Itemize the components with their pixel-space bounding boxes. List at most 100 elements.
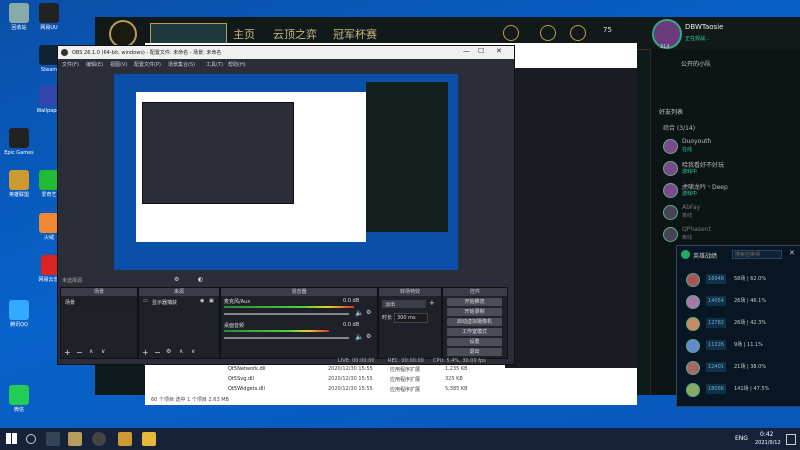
desktop-meter (224, 330, 329, 332)
tray-date[interactable]: 2021/9/12 (755, 440, 781, 446)
settings-button[interactable]: 设置 (447, 338, 502, 346)
taskbar-steam-icon[interactable] (46, 432, 60, 446)
friends-group[interactable]: 综合 (3/14) (663, 123, 695, 132)
desktop-icon-epic[interactable]: Epic Games (2, 128, 36, 156)
menu-edit[interactable]: 编辑(E) (86, 61, 103, 68)
desktop-volume-slider[interactable] (224, 337, 349, 339)
team-label[interactable]: 公开的小队 (681, 59, 711, 68)
close-icon[interactable]: ✕ (789, 249, 795, 257)
status-live: LIVE: 00:00:00 (338, 358, 375, 364)
hero-row[interactable]: 14054 26场 | 46.1% (682, 293, 796, 310)
mic-volume-slider[interactable] (224, 313, 349, 315)
duration-input[interactable]: 300 ms (394, 313, 428, 323)
source-item[interactable]: ▭ 显示器捕获 ◉ ▣ (140, 298, 216, 306)
hero-row[interactable]: 16946 58场 | 62.0% (682, 271, 796, 288)
source-up-icon[interactable]: ∧ (179, 348, 183, 355)
exit-button[interactable]: 退出 (447, 348, 502, 356)
start-streaming-button[interactable]: 开始推流 (447, 298, 502, 306)
close-icon[interactable]: ✕ (496, 47, 502, 55)
desktop-icon-recycle[interactable]: 回收站 (2, 3, 36, 31)
scenes-dock: 场景 场景 + − ∧ ∨ (60, 287, 138, 359)
mic-speaker-icon[interactable]: 🔈 (355, 309, 364, 317)
wallpaper-icon (39, 86, 59, 106)
preview-nested-client (366, 82, 448, 232)
recycle-bin-icon (9, 3, 29, 23)
visibility-eye-icon[interactable]: ◉ (200, 298, 204, 304)
lock-icon[interactable]: ▣ (209, 298, 214, 304)
steam-icon (39, 45, 59, 65)
summoner-search-input[interactable] (732, 250, 782, 259)
desktop-icon-wechat[interactable]: 微信 (2, 385, 36, 413)
remove-source-icon[interactable]: − (154, 348, 161, 357)
desktop-gear-icon[interactable]: ⚙ (366, 333, 371, 340)
taskbar-obs-icon[interactable] (92, 432, 106, 446)
maximize-icon[interactable]: ☐ (478, 47, 484, 55)
source-down-icon[interactable]: ∨ (191, 348, 195, 355)
taskbar-search-icon[interactable] (26, 434, 36, 444)
friend-item[interactable]: 哈我看好不好玩 游戏中 (663, 159, 798, 177)
obs-title-bar[interactable]: OBS 26.1.0 (64-bit, windows) - 配置文件: 未命名… (58, 46, 514, 59)
iqiyi-icon (39, 170, 59, 190)
menu-file[interactable]: 文件(F) (62, 61, 79, 68)
desktop-icon-lol[interactable]: 英雄联盟 (2, 170, 36, 198)
source-settings-icon[interactable]: ⚙ (166, 348, 171, 355)
hero-row[interactable]: 18066 141场 | 47.5% (682, 381, 796, 398)
avatar (686, 295, 700, 309)
studio-mode-button[interactable]: 工作室模式 (447, 328, 502, 336)
transitions-dock: 转场特效 淡出 + 时长 300 ms (378, 287, 442, 359)
menu-scene-collection[interactable]: 场景集合(S) (168, 61, 195, 68)
explorer-file-row[interactable]: Qt5Widgets.dll 2020/12/30 15:55 应用程序扩展 5… (220, 386, 480, 394)
hero-row[interactable]: 12401 21场 | 38.0% (682, 359, 796, 376)
scene-item[interactable]: 场景 (62, 298, 134, 306)
add-source-icon[interactable]: + (142, 348, 149, 357)
taskbar-folder-icon[interactable] (142, 432, 156, 446)
friend-item[interactable]: QPhasent 离线 (663, 225, 798, 243)
obs-menu-bar: 文件(F) 编辑(E) 视图(V) 配置文件(P) 场景集合(S) 工具(T) … (58, 59, 514, 70)
scene-up-icon[interactable]: ∧ (89, 348, 93, 355)
epic-games-icon (9, 128, 29, 148)
friend-item[interactable]: 虎啸龙吟丶Deep 游戏中 (663, 181, 798, 199)
missions-icon[interactable] (570, 25, 586, 41)
friends-header: 好友列表 (659, 109, 684, 116)
menu-profile[interactable]: 配置文件(P) (134, 61, 161, 68)
properties-icon[interactable]: ⚙ (174, 276, 179, 283)
friend-item[interactable]: AbFay 离线 (663, 203, 798, 221)
menu-tools[interactable]: 工具(T) (206, 61, 223, 68)
windows-start-icon[interactable] (6, 433, 17, 444)
virtual-camera-button[interactable]: 启动虚拟摄像机 (447, 318, 502, 326)
start-recording-button[interactable]: 开始录制 (447, 308, 502, 316)
nav-tft[interactable]: 云顶之弈 (273, 26, 317, 42)
avatar (663, 227, 678, 242)
explorer-file-row[interactable]: Qt5Network.dll 2020/12/30 15:55 应用程序扩展 1… (220, 366, 480, 374)
remove-scene-icon[interactable]: − (76, 348, 83, 357)
scene-down-icon[interactable]: ∨ (101, 348, 105, 355)
desktop-icon-uu[interactable]: 网易UU (32, 3, 66, 31)
filters-icon[interactable]: ◐ (198, 276, 203, 283)
menu-help[interactable]: 帮助(H) (228, 61, 246, 68)
notification-icon[interactable] (786, 434, 796, 445)
store-icon[interactable] (503, 25, 519, 41)
mic-gear-icon[interactable]: ⚙ (366, 309, 371, 316)
inventory-icon[interactable] (540, 25, 556, 41)
transition-add-icon[interactable]: + (429, 299, 435, 307)
menu-view[interactable]: 视图(V) (110, 61, 127, 68)
friend-item[interactable]: Duoyouth 在线 (663, 137, 798, 155)
minimize-icon[interactable]: — (463, 47, 470, 55)
nav-clash[interactable]: 冠军杯赛 (333, 26, 377, 42)
hero-row[interactable]: 11226 9场 | 11.1% (682, 337, 796, 354)
tray-time[interactable]: 0:42 (760, 431, 773, 438)
tray-lang[interactable]: ENG (735, 435, 748, 442)
lol-logo-icon[interactable] (109, 20, 137, 48)
add-scene-icon[interactable]: + (64, 348, 71, 357)
explorer-file-row[interactable]: Qt5Svg.dll 2020/12/30 15:55 应用程序扩展 325 K… (220, 376, 480, 384)
taskbar-lol-icon[interactable] (68, 432, 82, 446)
nav-home[interactable]: 主页 (233, 26, 255, 42)
obs-preview[interactable] (114, 74, 458, 270)
desktop-speaker-icon[interactable]: 🔈 (355, 333, 364, 341)
hero-row[interactable]: 12782 26场 | 42.3% (682, 315, 796, 332)
taskbar-game-icon[interactable] (118, 432, 132, 446)
avatar (663, 205, 678, 220)
desktop-icon-qq[interactable]: 腾讯QQ (2, 300, 36, 328)
transition-select[interactable]: 淡出 (382, 300, 426, 308)
play-button[interactable] (150, 23, 227, 45)
